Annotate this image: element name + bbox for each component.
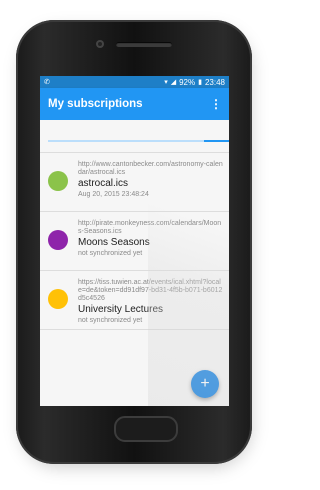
front-camera bbox=[96, 40, 104, 48]
calendar-color-dot bbox=[48, 230, 68, 250]
calendar-color-dot bbox=[48, 171, 68, 191]
subscription-details: http://pirate.monkeyness.com/calendars/M… bbox=[78, 220, 223, 258]
sync-progress-area bbox=[40, 120, 229, 152]
wifi-icon: ▾ bbox=[164, 79, 168, 86]
sim-icon: ✆ bbox=[44, 79, 50, 86]
add-subscription-button[interactable]: + bbox=[191, 370, 219, 398]
subscription-item[interactable]: http://pirate.monkeyness.com/calendars/M… bbox=[40, 212, 229, 271]
subscription-name: astrocal.ics bbox=[78, 178, 129, 189]
sync-progress-bar bbox=[48, 140, 229, 142]
home-button[interactable] bbox=[114, 416, 178, 442]
page-title: My subscriptions bbox=[48, 98, 143, 110]
subscription-status: not synchronized yet bbox=[78, 250, 143, 257]
battery-percentage: 92% bbox=[179, 77, 196, 87]
sync-progress-fill bbox=[203, 140, 229, 142]
app-screen: ✆ ▾ ◢ 92% ▮ 23:48 My subscriptions ⋮ htt… bbox=[40, 76, 229, 406]
battery-icon: ▮ bbox=[198, 79, 202, 86]
subscription-url: http://www.cantonbecker.com/astronomy-ca… bbox=[78, 161, 223, 176]
signal-icon: ◢ bbox=[170, 79, 177, 86]
earpiece-speaker bbox=[116, 42, 172, 47]
app-bar: My subscriptions ⋮ bbox=[40, 88, 229, 120]
calendar-color-dot bbox=[48, 289, 68, 309]
subscription-status: not synchronized yet bbox=[78, 317, 143, 324]
subscription-url: https://tiss.tuwien.ac.at/events/ical.xh… bbox=[78, 279, 223, 302]
subscription-item[interactable]: http://www.cantonbecker.com/astronomy-ca… bbox=[40, 153, 229, 212]
subscription-details: https://tiss.tuwien.ac.at/events/ical.xh… bbox=[78, 279, 223, 325]
clock: 23:48 bbox=[204, 77, 225, 87]
add-icon: + bbox=[200, 375, 210, 392]
subscription-name: Moons Seasons bbox=[78, 237, 150, 248]
overflow-menu-icon[interactable]: ⋮ bbox=[210, 98, 222, 110]
status-bar: ✆ ▾ ◢ 92% ▮ 23:48 bbox=[40, 76, 229, 88]
subscription-status: Aug 20, 2015 23:48:24 bbox=[78, 191, 149, 198]
subscription-list: http://www.cantonbecker.com/astronomy-ca… bbox=[40, 152, 229, 330]
subscription-details: http://www.cantonbecker.com/astronomy-ca… bbox=[78, 161, 223, 199]
subscription-name: University Lectures bbox=[78, 304, 164, 315]
subscription-item[interactable]: https://tiss.tuwien.ac.at/events/ical.xh… bbox=[40, 271, 229, 330]
subscription-url: http://pirate.monkeyness.com/calendars/M… bbox=[78, 220, 222, 235]
